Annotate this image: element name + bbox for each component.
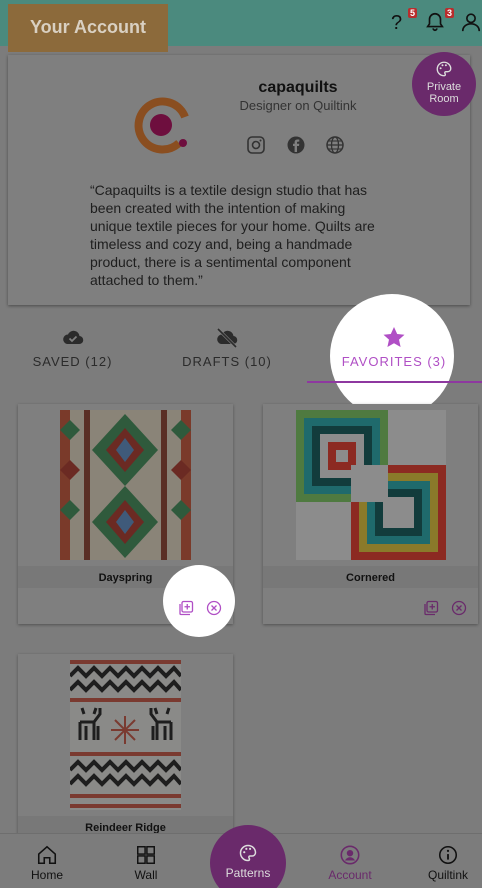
help-icon: ?	[391, 12, 402, 34]
notifications-button[interactable]: 3	[424, 8, 454, 38]
globe-icon[interactable]	[324, 134, 346, 156]
profile-card: capaquilts Designer on Quiltink “Capaqui…	[8, 55, 470, 305]
info-icon	[438, 845, 458, 865]
help-button[interactable]: ? 5	[387, 8, 417, 38]
grid-icon	[137, 846, 155, 864]
palette-icon	[436, 61, 452, 77]
tab-favorites-label: FAVORITES (3)	[341, 354, 447, 369]
active-tab-indicator	[307, 381, 482, 383]
bell-icon	[426, 12, 444, 32]
account-circle-icon	[340, 845, 360, 865]
private-room-button[interactable]: Private Room	[412, 52, 476, 116]
cloud-check-icon	[62, 330, 83, 345]
brand-logo	[134, 97, 189, 154]
pattern-thumbnail-reindeer-ridge	[70, 660, 181, 810]
palette-icon	[239, 844, 257, 862]
nav-account[interactable]: Account	[315, 844, 385, 882]
tab-saved-label: SAVED (12)	[32, 354, 113, 369]
nav-account-label: Account	[328, 868, 372, 882]
nav-home-label: Home	[30, 868, 63, 882]
tab-saved[interactable]: SAVED (12)	[20, 326, 125, 384]
pattern-thumbnail-cornered	[296, 410, 446, 560]
nav-home[interactable]: Home	[12, 844, 82, 882]
star-icon	[383, 327, 405, 347]
profile-username: capaquilts	[258, 79, 338, 96]
pattern-card-cornered[interactable]: Cornered	[263, 404, 478, 624]
actions-highlight-spot	[163, 565, 235, 637]
tab-drafts-label: DRAFTS (10)	[182, 354, 272, 369]
home-icon	[37, 845, 57, 865]
facebook-icon[interactable]	[285, 134, 307, 156]
notifications-badge: 3	[444, 8, 454, 18]
instagram-icon[interactable]	[245, 134, 267, 156]
pattern-thumbnail-dayspring	[60, 410, 191, 560]
profile-role: Designer on Quiltink	[239, 98, 357, 113]
tab-drafts[interactable]: DRAFTS (10)	[172, 326, 282, 384]
private-room-label-line2: Room	[429, 93, 459, 105]
nav-quiltink-label: Quiltink	[427, 868, 468, 882]
remove-icon[interactable]	[451, 600, 467, 616]
user-menu-button[interactable]	[460, 10, 482, 38]
nav-quiltink[interactable]: Quiltink	[413, 844, 482, 882]
remove-icon[interactable]	[206, 600, 222, 616]
pattern-name-cornered: Cornered	[263, 566, 478, 588]
nav-patterns-label: Patterns	[225, 866, 271, 880]
nav-wall-label: Wall	[134, 868, 158, 882]
private-room-label-line1: Private	[426, 81, 462, 93]
page-title: Your Account	[8, 4, 168, 52]
svg-text:?: ?	[391, 12, 402, 34]
help-badge: 5	[407, 8, 417, 18]
cloud-off-icon	[216, 327, 238, 348]
duplicate-icon[interactable]	[423, 600, 439, 616]
profile-bio: “Capaquilts is a textile design studio t…	[90, 182, 375, 288]
tab-favorites[interactable]: FAVORITES (3)	[335, 326, 453, 384]
duplicate-icon[interactable]	[178, 600, 194, 616]
pattern-card-reindeer-ridge[interactable]: Reindeer Ridge	[18, 654, 233, 844]
user-icon	[461, 13, 481, 32]
nav-wall[interactable]: Wall	[111, 844, 181, 882]
